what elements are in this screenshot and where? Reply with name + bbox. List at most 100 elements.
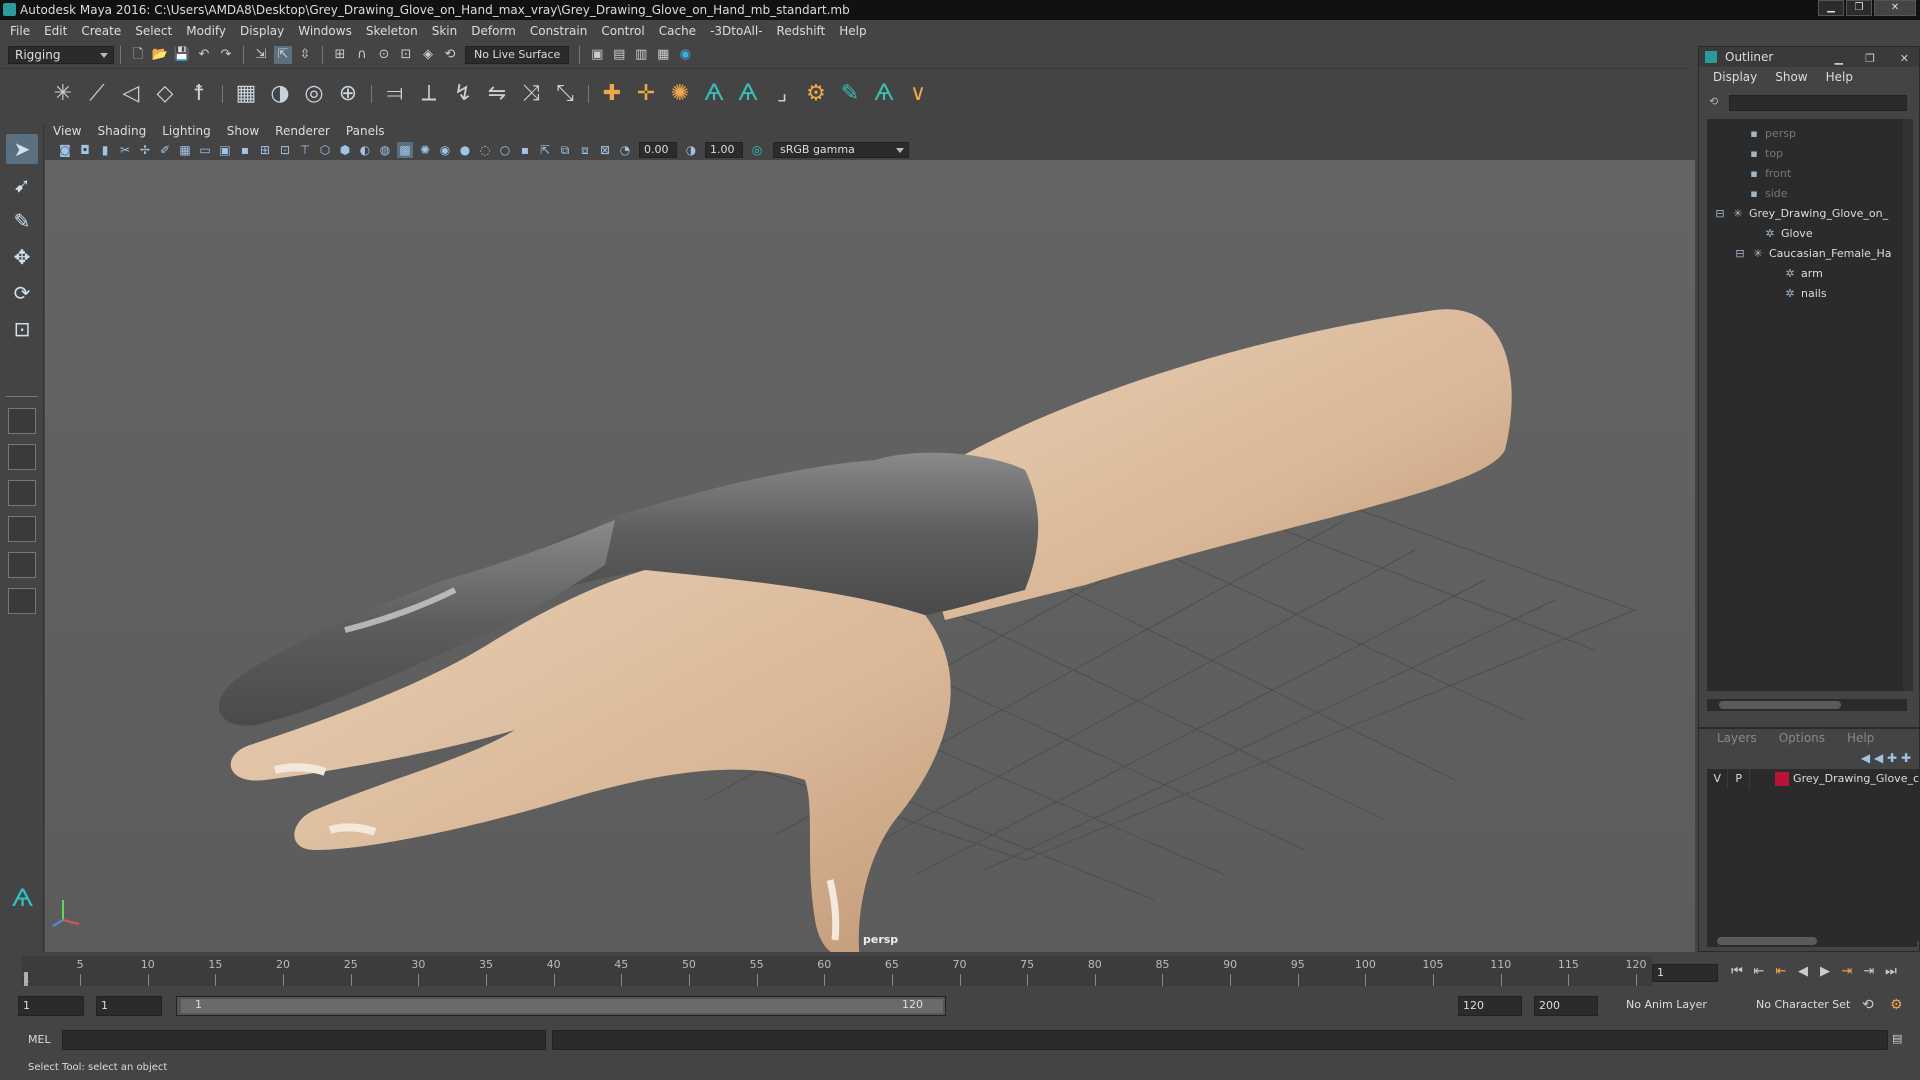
- minimize-button[interactable]: ▁: [1818, 0, 1844, 16]
- menu-create[interactable]: Create: [81, 24, 121, 38]
- render-frame-icon[interactable]: ▤: [610, 46, 628, 64]
- point-constraint-icon[interactable]: ✚: [597, 79, 627, 109]
- outliner-search-input[interactable]: [1729, 95, 1907, 111]
- isolate-select-icon[interactable]: ▪: [517, 142, 533, 158]
- field-chart-icon[interactable]: ⊞: [257, 142, 273, 158]
- perspective-viewport[interactable]: persp: [45, 160, 1695, 952]
- snap-grid-icon[interactable]: ⊞: [331, 46, 349, 64]
- layout-single-icon[interactable]: [8, 408, 36, 434]
- undo-icon[interactable]: ↶: [195, 46, 213, 64]
- paint-select-icon[interactable]: ✎: [6, 206, 38, 236]
- smooth-shade-icon[interactable]: ⬢: [337, 142, 353, 158]
- menu-modify[interactable]: Modify: [186, 24, 226, 38]
- shadows-icon[interactable]: ◍: [377, 142, 393, 158]
- minimize-icon[interactable]: ▁: [1835, 49, 1843, 69]
- camera-icon[interactable]: ◙: [57, 142, 73, 158]
- paint-tool-icon[interactable]: ✎: [835, 79, 865, 109]
- open-scene-icon[interactable]: 📂: [151, 46, 169, 64]
- aim-constraint-icon[interactable]: ✛: [631, 79, 661, 109]
- outliner-item-side[interactable]: ▪ side: [1747, 185, 1787, 203]
- menu-deform[interactable]: Deform: [471, 24, 516, 38]
- close-button[interactable]: ✕: [1874, 0, 1916, 16]
- menu-cache[interactable]: Cache: [659, 24, 696, 38]
- depth-of-field-icon[interactable]: ○: [497, 142, 513, 158]
- orient-constraint-icon[interactable]: ✺: [665, 79, 695, 109]
- layout-graph-icon[interactable]: [8, 588, 36, 614]
- select-tool-icon[interactable]: ➤: [6, 134, 38, 164]
- move-layer-up-icon[interactable]: ◀: [1861, 751, 1870, 765]
- script-editor-icon[interactable]: ▤: [1892, 1032, 1902, 1045]
- layer-color-swatch[interactable]: [1775, 772, 1790, 786]
- character-set-dropdown[interactable]: No Character Set: [1752, 996, 1862, 1016]
- xray-joints-icon[interactable]: ⧉: [557, 142, 573, 158]
- outliner-vertical-scrollbar[interactable]: [1903, 119, 1913, 691]
- motion-blur-icon[interactable]: ●: [457, 142, 473, 158]
- save-scene-icon[interactable]: 💾: [173, 46, 191, 64]
- layout-four-icon[interactable]: [8, 444, 36, 470]
- copy-weights-icon[interactable]: ⤨: [516, 79, 546, 109]
- view-transform-dropdown[interactable]: sRGB gamma: [773, 142, 909, 158]
- lasso-tool-icon[interactable]: ➹: [6, 170, 38, 200]
- menu-skeleton[interactable]: Skeleton: [366, 24, 418, 38]
- outliner-item-top[interactable]: ▪ top: [1747, 145, 1783, 163]
- scale-tool-icon[interactable]: ⊡: [6, 314, 38, 344]
- live-surface-field[interactable]: No Live Surface: [465, 46, 570, 64]
- menu-file[interactable]: File: [10, 24, 30, 38]
- use-all-lights-icon[interactable]: ✺: [417, 142, 433, 158]
- outliner-menu-display[interactable]: Display: [1713, 70, 1757, 84]
- lattice-icon[interactable]: ▦: [231, 79, 261, 109]
- safe-title-icon[interactable]: ⊤: [297, 142, 313, 158]
- layout-two-horizontal-icon[interactable]: [8, 516, 36, 542]
- start-time-field[interactable]: 1: [18, 996, 84, 1016]
- redo-icon[interactable]: ↷: [217, 46, 235, 64]
- menu-set-dropdown[interactable]: Rigging: [8, 46, 114, 64]
- ik-handle-icon[interactable]: ⟋: [82, 79, 112, 109]
- render-view-icon[interactable]: ▦: [654, 46, 672, 64]
- maximize-button[interactable]: ❐: [1846, 0, 1872, 16]
- viewport-menu-panels[interactable]: Panels: [346, 124, 385, 138]
- play-forward-icon[interactable]: ▶: [1816, 962, 1834, 982]
- step-forward-key-icon[interactable]: ⇥: [1860, 962, 1878, 982]
- outliner-item-persp[interactable]: ▪ persp: [1747, 125, 1796, 143]
- play-backward-icon[interactable]: ◀: [1794, 962, 1812, 982]
- layer-menu-help[interactable]: Help: [1847, 731, 1874, 745]
- playback-end-field[interactable]: 120: [1458, 996, 1522, 1016]
- menu-3dtoall[interactable]: -3DtoAll-: [710, 24, 762, 38]
- current-frame-field[interactable]: 1: [1652, 964, 1718, 982]
- select-component-icon[interactable]: ⇳: [296, 46, 314, 64]
- paint-weights-icon[interactable]: ↯: [448, 79, 478, 109]
- render-settings-icon[interactable]: ▣: [588, 46, 606, 64]
- scroll-thumb[interactable]: [1717, 937, 1817, 945]
- viewport-menu-shading[interactable]: Shading: [97, 124, 146, 138]
- ambient-occlusion-icon[interactable]: ◉: [437, 142, 453, 158]
- layer-horizontal-scrollbar[interactable]: [1707, 935, 1917, 947]
- menu-windows[interactable]: Windows: [298, 24, 352, 38]
- rig-tool-icon[interactable]: ⚙: [801, 79, 831, 109]
- menu-redshift[interactable]: Redshift: [777, 24, 826, 38]
- outliner-item-glove-group[interactable]: ⊟ ✳ Grey_Drawing_Glove_on_: [1713, 205, 1888, 223]
- layout-outliner-icon[interactable]: [8, 552, 36, 578]
- end-time-field[interactable]: 200: [1534, 996, 1598, 1016]
- select-hierarchy-icon[interactable]: ⇲: [252, 46, 270, 64]
- maya-tool-icon[interactable]: Ѧ: [869, 79, 899, 109]
- film-gate-icon[interactable]: ▭: [197, 142, 213, 158]
- step-back-frame-icon[interactable]: ⇤: [1772, 962, 1790, 982]
- grid-icon[interactable]: ▦: [177, 142, 193, 158]
- menu-help[interactable]: Help: [839, 24, 866, 38]
- viewport-menu-show[interactable]: Show: [227, 124, 259, 138]
- range-slider[interactable]: 1 120: [176, 996, 946, 1016]
- menu-constrain[interactable]: Constrain: [530, 24, 588, 38]
- xray-icon[interactable]: ⇱: [537, 142, 553, 158]
- layer-menu-options[interactable]: Options: [1779, 731, 1825, 745]
- cluster-icon[interactable]: ◑: [265, 79, 295, 109]
- blend-shape-icon[interactable]: ◎: [299, 79, 329, 109]
- collapse-icon[interactable]: ⊟: [1733, 245, 1747, 263]
- auto-key-icon[interactable]: ⟲: [1862, 997, 1874, 1013]
- outliner-menu-help[interactable]: Help: [1826, 70, 1853, 84]
- image-plane-icon[interactable]: ✂: [117, 142, 133, 158]
- ik-spline-icon[interactable]: ◁: [116, 79, 146, 109]
- go-to-start-icon[interactable]: ⏮: [1728, 962, 1746, 982]
- safe-action-icon[interactable]: ⊡: [277, 142, 293, 158]
- move-tool-icon[interactable]: ✥: [6, 242, 38, 272]
- snap-point-icon[interactable]: ⊙: [375, 46, 393, 64]
